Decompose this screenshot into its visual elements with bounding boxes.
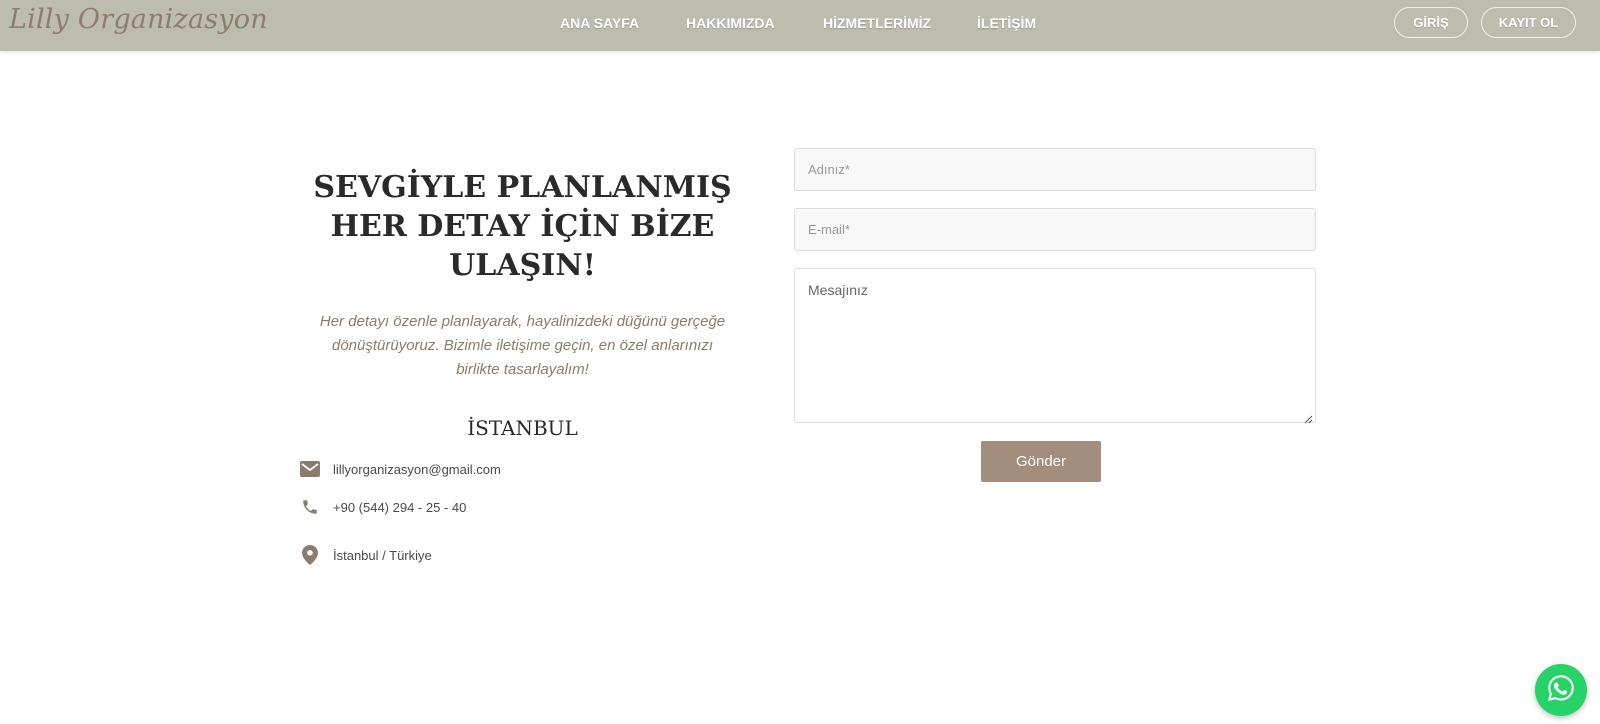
mail-icon [300, 459, 320, 479]
whatsapp-icon [1546, 673, 1576, 708]
email-input[interactable]: E-mail* [794, 208, 1316, 251]
headline-line-3: ULAŞIN! [449, 248, 596, 283]
headline-line-2: HER DETAY İÇİN BİZE [330, 209, 715, 244]
nav-links: ANA SAYFA HAKKIMIZDA HİZMETLERİMİZ İLETİ… [0, 0, 1600, 51]
whatsapp-button[interactable] [1535, 664, 1587, 716]
submit-button[interactable]: Gönder [981, 441, 1101, 482]
contact-headline: SEVGİYLE PLANLANMIŞ HER DETAY İÇİN BİZE … [300, 168, 745, 285]
resize-grip-icon[interactable] [1304, 411, 1313, 424]
nav-link-home[interactable]: ANA SAYFA [560, 15, 639, 31]
location-pin-icon [300, 545, 320, 565]
phone-icon [300, 497, 320, 517]
message-textarea[interactable]: Mesajınız [794, 268, 1316, 424]
contact-lead-text: Her detayı özenle planlayarak, hayaliniz… [300, 310, 745, 382]
lead-line-1: Her detayı özenle planlayarak, hayaliniz… [319, 313, 726, 330]
nav-link-contact[interactable]: İLETİŞİM [977, 15, 1036, 31]
lead-line-2: dönüştürüyoruz. Bizimle iletişime geçin,… [331, 337, 713, 354]
contact-email-row: lillyorganizasyon@gmail.com [300, 458, 501, 480]
contact-address-row: İstanbul / Türkiye [300, 544, 432, 566]
city-heading: İSTANBUL [467, 416, 578, 440]
message-placeholder: Mesajınız [808, 282, 868, 298]
contact-phone[interactable]: +90 (544) 294 - 25 - 40 [333, 500, 466, 515]
headline-line-1: SEVGİYLE PLANLANMIŞ [313, 170, 732, 205]
contact-email[interactable]: lillyorganizasyon@gmail.com [333, 462, 501, 477]
navbar: Lilly Organizasyon ANA SAYFA HAKKIMIZDA … [0, 0, 1600, 51]
login-button[interactable]: GİRİŞ [1394, 7, 1468, 38]
name-input[interactable]: Adınız* [794, 148, 1316, 191]
nav-link-services[interactable]: HİZMETLERİMİZ [823, 15, 931, 31]
contact-phone-row: +90 (544) 294 - 25 - 40 [300, 496, 466, 518]
lead-line-3: birlikte tasarlayalım! [456, 361, 589, 378]
register-button[interactable]: KAYIT OL [1481, 7, 1576, 38]
nav-link-about[interactable]: HAKKIMIZDA [686, 15, 775, 31]
contact-address: İstanbul / Türkiye [333, 547, 432, 563]
